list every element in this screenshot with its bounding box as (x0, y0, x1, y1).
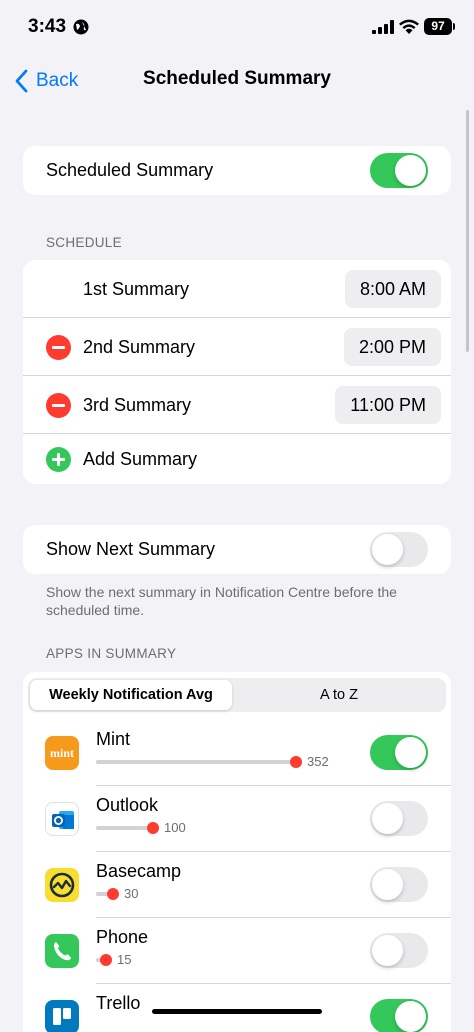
notification-avg-count: 30 (124, 886, 139, 901)
back-button[interactable]: Back (14, 66, 78, 96)
app-name: Basecamp (96, 861, 182, 881)
signal-icon (372, 20, 394, 34)
segment-a-to-z[interactable]: A to Z (234, 680, 444, 710)
bar-dot (290, 756, 302, 768)
add-summary-button[interactable] (46, 446, 71, 472)
app-name: Outlook (96, 795, 159, 815)
trello-icon (45, 1000, 79, 1032)
scheduled-summary-toggle[interactable] (370, 153, 428, 188)
app-row-mint: mint Mint 352 (23, 720, 451, 786)
schedule-time-button[interactable]: 8:00 AM (344, 270, 441, 308)
scheduled-summary-row: Scheduled Summary (23, 146, 451, 195)
notification-avg-count: 15 (117, 952, 132, 967)
toggle-knob (372, 803, 403, 834)
status-time: 3:43 (28, 16, 67, 37)
bar-dot (147, 822, 159, 834)
notification-avg-bar (96, 822, 159, 834)
notification-avg-bar (96, 756, 302, 768)
schedule-section-header: SCHEDULE (46, 235, 122, 250)
scheduled-summary-label: Scheduled Summary (46, 160, 214, 180)
schedule-time-button[interactable]: 2:00 PM (343, 328, 441, 366)
app-toggle-phone[interactable] (370, 933, 428, 968)
schedule-label: 2nd Summary (83, 336, 196, 357)
basecamp-icon (45, 868, 79, 902)
apps-card: Weekly Notification Avg A to Z mint Mint… (23, 672, 451, 1032)
battery-tip (453, 23, 455, 30)
phone-icon (45, 934, 79, 968)
notification-avg-bar (96, 888, 119, 900)
app-name: Trello (96, 993, 141, 1013)
app-row-outlook: Outlook 100 (23, 786, 451, 852)
remove-summary-button[interactable] (46, 392, 71, 418)
show-next-summary-card: Show Next Summary (23, 525, 451, 574)
back-label: Back (36, 70, 79, 91)
toggle-knob (395, 737, 426, 768)
remove-summary-button[interactable] (46, 334, 71, 360)
schedule-card: 1st Summary 8:00 AM 2nd Summary 2:00 PM … (23, 260, 451, 484)
toggle-knob (395, 155, 426, 186)
sort-segmented-control: Weekly Notification Avg A to Z (28, 678, 446, 712)
battery-indicator: 97 (424, 18, 452, 35)
home-indicator[interactable] (152, 1009, 322, 1014)
bar-dot (100, 954, 112, 966)
add-summary-row[interactable]: Add Summary (23, 434, 451, 484)
show-next-summary-toggle[interactable] (370, 532, 428, 567)
toggle-knob (372, 935, 403, 966)
schedule-row-1: 1st Summary 8:00 AM (23, 260, 451, 318)
app-name: Phone (96, 927, 149, 947)
status-bar: 3:43 97 (0, 0, 474, 52)
toggle-knob (372, 534, 403, 565)
bar-dot (107, 888, 119, 900)
notification-avg-count: 352 (307, 754, 329, 769)
segment-weekly-avg[interactable]: Weekly Notification Avg (30, 680, 232, 710)
app-row-trello: Trello (23, 984, 451, 1032)
add-summary-label: Add Summary (83, 448, 198, 469)
show-next-summary-row: Show Next Summary (23, 525, 451, 574)
toggle-knob (395, 1001, 426, 1032)
show-next-footnote: Show the next summary in Notification Ce… (46, 584, 397, 618)
notification-avg-bar (96, 954, 112, 966)
apps-section-header: APPS IN SUMMARY (46, 646, 177, 661)
schedule-row-2: 2nd Summary 2:00 PM (23, 318, 451, 376)
mint-icon-text: mint (50, 745, 74, 760)
scrollbar[interactable] (466, 110, 469, 352)
app-toggle-basecamp[interactable] (370, 867, 428, 902)
mint-icon: mint (45, 736, 79, 770)
app-row-basecamp: Basecamp 30 (23, 852, 451, 918)
scheduled-summary-card: Scheduled Summary (23, 146, 451, 195)
chevron-left-icon (15, 69, 28, 93)
app-row-phone: Phone 15 (23, 918, 451, 984)
show-next-summary-label: Show Next Summary (46, 539, 216, 559)
wifi-icon (399, 19, 419, 34)
globe-icon (73, 19, 89, 35)
app-toggle-trello[interactable] (370, 999, 428, 1032)
schedule-label: 1st Summary (83, 278, 190, 299)
app-name: Mint (96, 729, 131, 749)
app-toggle-mint[interactable] (370, 735, 428, 770)
outlook-icon (45, 802, 79, 836)
schedule-row-3: 3rd Summary 11:00 PM (23, 376, 451, 434)
toggle-knob (372, 869, 403, 900)
app-toggle-outlook[interactable] (370, 801, 428, 836)
schedule-time-button[interactable]: 11:00 PM (335, 386, 441, 424)
schedule-label: 3rd Summary (83, 394, 192, 415)
notification-avg-count: 100 (164, 820, 186, 835)
